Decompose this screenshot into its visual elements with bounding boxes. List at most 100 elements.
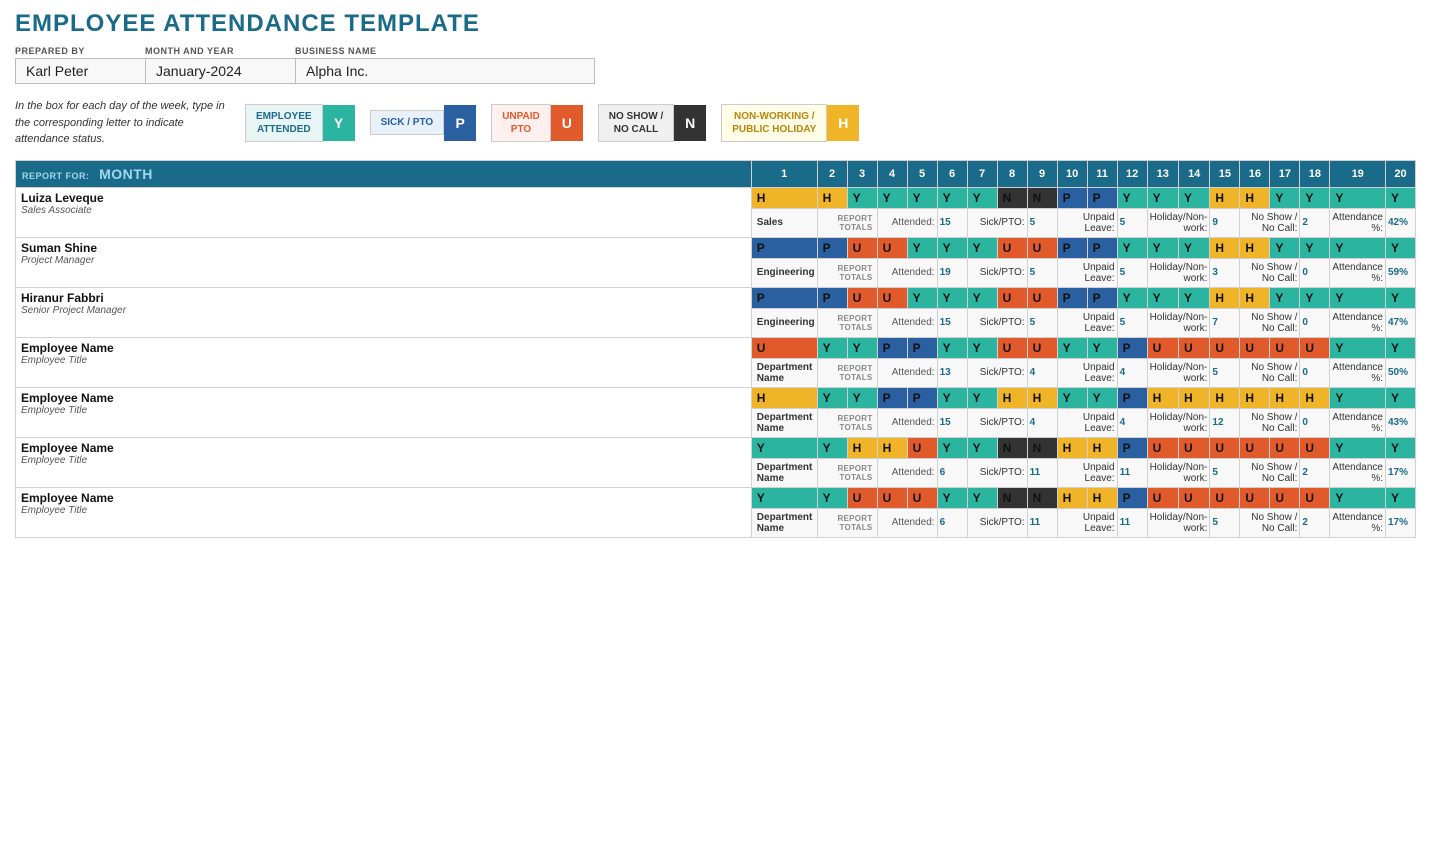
att-cell-1-11: Y <box>1117 237 1147 258</box>
att-cell-6-7: N <box>997 487 1027 508</box>
prepared-by-label: PREPARED BY <box>15 46 145 56</box>
att-cell-1-9: P <box>1057 237 1087 258</box>
att-cell-6-6: Y <box>967 487 997 508</box>
sick-num-5: 11 <box>1027 458 1057 487</box>
att-cell-1-5: Y <box>937 237 967 258</box>
attended-label-3: Attended: <box>877 358 937 387</box>
pct-num-5: 17% <box>1386 458 1416 487</box>
unpaid-num-4: 4 <box>1117 408 1147 437</box>
att-cell-2-16: Y <box>1270 287 1300 308</box>
noshow-num-0: 2 <box>1300 208 1330 237</box>
sick-num-3: 4 <box>1027 358 1057 387</box>
legend-item-4: NON-WORKING / PUBLIC HOLIDAY H <box>721 104 859 142</box>
emp-name-row-4: Employee NameEmployee TitleHYYPPYYHHYYPH… <box>16 387 1416 408</box>
att-cell-5-14: U <box>1210 437 1240 458</box>
att-cell-3-19: Y <box>1386 337 1416 358</box>
noshow-label-3: No Show / No Call: <box>1240 358 1300 387</box>
emp-name-0: Luiza LevequeSales Associate <box>16 187 752 237</box>
att-cell-2-7: U <box>997 287 1027 308</box>
holiday-label-2: Holiday/Non-work: <box>1147 308 1210 337</box>
day-header-3: 3 <box>847 160 877 187</box>
att-cell-4-3: P <box>877 387 907 408</box>
att-cell-5-4: U <box>907 437 937 458</box>
att-cell-1-15: H <box>1240 237 1270 258</box>
att-cell-0-0: H <box>751 187 817 208</box>
att-cell-0-8: N <box>1027 187 1057 208</box>
att-cell-4-11: P <box>1117 387 1147 408</box>
att-cell-5-19: Y <box>1386 437 1416 458</box>
att-cell-0-14: H <box>1210 187 1240 208</box>
att-cell-4-5: Y <box>937 387 967 408</box>
att-cell-3-12: U <box>1147 337 1178 358</box>
noshow-num-2: 0 <box>1300 308 1330 337</box>
noshow-num-5: 2 <box>1300 458 1330 487</box>
legend-item-2: UNPAID PTO U <box>491 104 583 142</box>
att-cell-5-6: Y <box>967 437 997 458</box>
attended-num-3: 13 <box>937 358 967 387</box>
att-cell-2-15: H <box>1240 287 1270 308</box>
day-header-13: 13 <box>1147 160 1178 187</box>
att-cell-4-7: H <box>997 387 1027 408</box>
report-totals-label-1: REPORT TOTALS <box>817 258 877 287</box>
att-cell-4-18: Y <box>1330 387 1386 408</box>
att-cell-4-4: P <box>907 387 937 408</box>
attended-label-0: Attended: <box>877 208 937 237</box>
holiday-num-2: 7 <box>1210 308 1240 337</box>
att-cell-1-3: U <box>877 237 907 258</box>
pct-num-0: 42% <box>1386 208 1416 237</box>
holiday-label-3: Holiday/Non-work: <box>1147 358 1210 387</box>
day-header-11: 11 <box>1087 160 1117 187</box>
legend-item-0: EMPLOYEE ATTENDED Y <box>245 104 355 142</box>
att-cell-2-11: Y <box>1117 287 1147 308</box>
att-cell-2-5: Y <box>937 287 967 308</box>
att-cell-6-12: U <box>1147 487 1178 508</box>
legend-letter-2: U <box>551 105 583 141</box>
att-cell-6-9: H <box>1057 487 1087 508</box>
attended-num-2: 15 <box>937 308 967 337</box>
att-cell-4-9: Y <box>1057 387 1087 408</box>
att-cell-0-9: P <box>1057 187 1087 208</box>
day-header-17: 17 <box>1270 160 1300 187</box>
holiday-num-6: 5 <box>1210 508 1240 537</box>
att-cell-4-14: H <box>1210 387 1240 408</box>
att-cell-4-0: H <box>751 387 817 408</box>
att-cell-5-0: Y <box>751 437 817 458</box>
report-totals-label-6: REPORT TOTALS <box>817 508 877 537</box>
legend-letter-4: H <box>827 105 859 141</box>
sick-num-4: 4 <box>1027 408 1057 437</box>
report-totals-label-3: REPORT TOTALS <box>817 358 877 387</box>
day-header-18: 18 <box>1300 160 1330 187</box>
unpaid-num-1: 5 <box>1117 258 1147 287</box>
attendance-table: REPORT FOR: MONTH 1234567891011121314151… <box>15 160 1416 538</box>
att-cell-3-10: Y <box>1087 337 1117 358</box>
unpaid-label-4: Unpaid Leave: <box>1057 408 1117 437</box>
att-cell-3-9: Y <box>1057 337 1087 358</box>
unpaid-label-0: Unpaid Leave: <box>1057 208 1117 237</box>
day-header-1: 1 <box>751 160 817 187</box>
emp-name-row-6: Employee NameEmployee TitleYYUUUYYNNHHPU… <box>16 487 1416 508</box>
att-cell-6-8: N <box>1027 487 1057 508</box>
att-cell-1-10: P <box>1087 237 1117 258</box>
att-cell-6-13: U <box>1178 487 1209 508</box>
att-cell-2-3: U <box>877 287 907 308</box>
att-cell-6-15: U <box>1240 487 1270 508</box>
legend-letter-0: Y <box>323 105 355 141</box>
att-cell-2-18: Y <box>1330 287 1386 308</box>
noshow-label-6: No Show / No Call: <box>1240 508 1300 537</box>
att-cell-3-6: Y <box>967 337 997 358</box>
prepared-by-value: Karl Peter <box>15 58 145 84</box>
att-cell-0-18: Y <box>1330 187 1386 208</box>
day-header-10: 10 <box>1057 160 1087 187</box>
noshow-num-3: 0 <box>1300 358 1330 387</box>
att-cell-1-1: P <box>817 237 847 258</box>
att-cell-6-5: Y <box>937 487 967 508</box>
att-cell-1-0: P <box>751 237 817 258</box>
day-header-16: 16 <box>1240 160 1270 187</box>
legend-letter-3: N <box>674 105 706 141</box>
att-cell-0-7: N <box>997 187 1027 208</box>
att-cell-2-1: P <box>817 287 847 308</box>
month-year-label: MONTH AND YEAR <box>145 46 295 56</box>
sick-num-0: 5 <box>1027 208 1057 237</box>
pct-label-1: Attendance %: <box>1330 258 1386 287</box>
emp-name-4: Employee NameEmployee Title <box>16 387 752 437</box>
